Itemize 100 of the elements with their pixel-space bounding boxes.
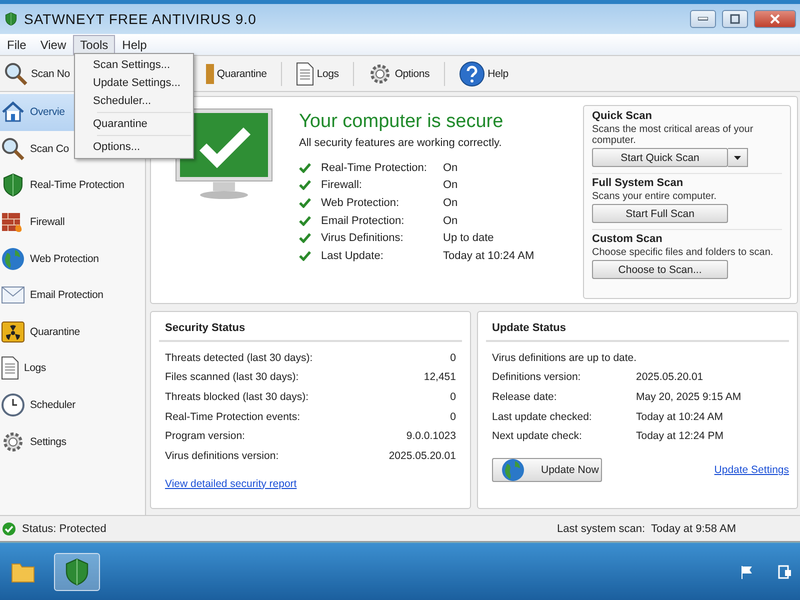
update-label: Next update check: <box>492 430 583 442</box>
toolbar-button[interactable]: Help <box>458 60 508 86</box>
update-now-button[interactable]: Update Now <box>492 458 602 482</box>
check-circle-icon <box>2 522 16 536</box>
feature-value: Up to date <box>443 232 494 244</box>
sidebar-item[interactable]: Quarantine <box>0 314 145 350</box>
check-icon <box>299 180 311 190</box>
stat-label: Threats blocked (last 30 days): <box>165 390 310 403</box>
update-label: Release date: <box>492 390 558 403</box>
shield-icon <box>1 173 25 198</box>
shield-icon <box>63 558 91 586</box>
hazard-icon <box>1 320 25 344</box>
maximize-button[interactable] <box>722 10 748 28</box>
stat-value: 12,451 <box>424 371 456 384</box>
dropdown-button[interactable] <box>728 148 748 167</box>
scan-title: Custom Scan <box>592 233 664 245</box>
sidebar-item[interactable]: Logs <box>0 350 145 387</box>
update-value: Today at 10:24 AM <box>636 410 724 423</box>
check-icon <box>299 250 311 261</box>
stat-label: Real-Time Protection events: <box>165 410 301 423</box>
window-title: SATWNEYT FREE ANTIVIRUS 9.0 <box>24 11 258 27</box>
feature-label: Last Update: <box>321 250 384 262</box>
stat-value: 9.0.0.1023 <box>406 430 456 442</box>
feature-label: Firewall: <box>321 179 363 192</box>
stat-value: 0 <box>450 352 456 364</box>
scan-button[interactable]: Start Quick Scan <box>592 148 728 167</box>
display-icon[interactable] <box>778 564 792 578</box>
update-label: Last update checked: <box>492 410 593 423</box>
status-subtitle: All security features are working correctly. <box>299 137 503 149</box>
last-scan-text: Last system scan: Today at 9:58 AM <box>557 522 736 534</box>
close-button[interactable] <box>754 10 796 28</box>
feature-value: On <box>443 214 458 227</box>
update-label: Definitions version: <box>492 371 582 384</box>
toolbar-button[interactable]: Quarantine <box>206 62 267 86</box>
feature-value: On <box>443 196 458 209</box>
scan-title: Quick Scan <box>592 110 653 122</box>
scan-button[interactable]: Choose to Scan... <box>592 260 728 279</box>
flag-icon[interactable] <box>740 564 754 578</box>
toolbar-button[interactable]: Scan No <box>4 62 70 86</box>
maximize-icon <box>730 14 740 24</box>
stat-label: Program version: <box>165 430 246 442</box>
check-icon <box>299 162 311 173</box>
check-icon <box>299 216 311 226</box>
menu-entry[interactable]: Options... <box>75 138 193 156</box>
sidebar-item[interactable]: Email Protection <box>0 276 145 314</box>
shield-icon <box>4 12 18 26</box>
check-icon <box>299 198 311 208</box>
feature-value: On <box>443 162 458 174</box>
menu-item[interactable]: View <box>33 34 74 54</box>
menu-item[interactable]: Tools <box>73 34 116 54</box>
sidebar-item[interactable]: Settings <box>0 423 145 460</box>
help-icon <box>458 60 485 86</box>
feature-value: On <box>443 179 458 192</box>
document-icon <box>296 62 314 86</box>
feature-label: Virus Definitions: <box>321 232 404 244</box>
feature-value: Today at 10:24 AM <box>443 250 534 262</box>
sidebar-item[interactable]: Scheduler <box>0 386 145 424</box>
stat-label: Virus definitions version: <box>165 450 280 462</box>
gear-icon <box>368 62 392 86</box>
toolbar-button[interactable]: Options <box>368 62 430 86</box>
sidebar-item[interactable]: Real-Time Protection <box>0 167 145 204</box>
search-icon <box>1 136 25 161</box>
antivirus-taskbar-icon[interactable] <box>54 552 100 590</box>
feature-label: Email Protection: <box>321 214 406 227</box>
report-link[interactable]: View detailed security report <box>165 478 297 490</box>
menu-item[interactable]: File <box>0 34 34 54</box>
update-value: Today at 12:24 PM <box>636 430 725 442</box>
globe-icon <box>501 458 525 482</box>
sidebar-item[interactable]: Web Protection <box>0 240 145 277</box>
check-icon <box>299 233 311 244</box>
update-value: May 20, 2025 9:15 AM <box>636 390 742 403</box>
status-headline: Your computer is secure <box>299 111 504 133</box>
caret-icon <box>734 156 741 160</box>
update-value: 2025.05.20.01 <box>636 371 704 384</box>
globe-icon <box>1 246 25 271</box>
toolbar-button[interactable]: Logs <box>296 62 339 86</box>
close-icon <box>770 14 780 24</box>
feature-label: Web Protection: <box>321 196 400 209</box>
update-settings-link[interactable]: Update Settings <box>714 464 789 476</box>
scan-description: Scans the most critical areas of your computer. <box>592 124 754 146</box>
panel-title: Update Status <box>486 318 789 342</box>
scan-description: Choose specific files and folders to scan. <box>592 247 774 258</box>
scan-button[interactable]: Start Full Scan <box>592 204 728 223</box>
feature-label: Real-Time Protection: <box>321 162 428 174</box>
menu-entry[interactable]: Update Settings... <box>75 74 193 92</box>
stat-label: Files scanned (last 30 days): <box>165 371 300 384</box>
stat-value: 0 <box>450 410 456 423</box>
minimize-button[interactable] <box>690 10 716 28</box>
minimize-icon <box>698 17 708 21</box>
house-icon <box>1 100 25 124</box>
menu-item[interactable]: Help <box>115 34 154 54</box>
stat-value: 2025.05.20.01 <box>388 450 456 462</box>
search-icon <box>4 62 28 86</box>
protection-status: Status: Protected <box>22 522 106 534</box>
update-message: Virus definitions are up to date. <box>492 352 638 364</box>
panel-title: Security Status <box>159 318 462 342</box>
scan-title: Full System Scan <box>592 177 684 189</box>
stat-label: Threats detected (last 30 days): <box>165 352 314 364</box>
menu-entry[interactable]: Scan Settings... <box>75 56 193 74</box>
sidebar-item[interactable]: Firewall <box>0 204 145 240</box>
